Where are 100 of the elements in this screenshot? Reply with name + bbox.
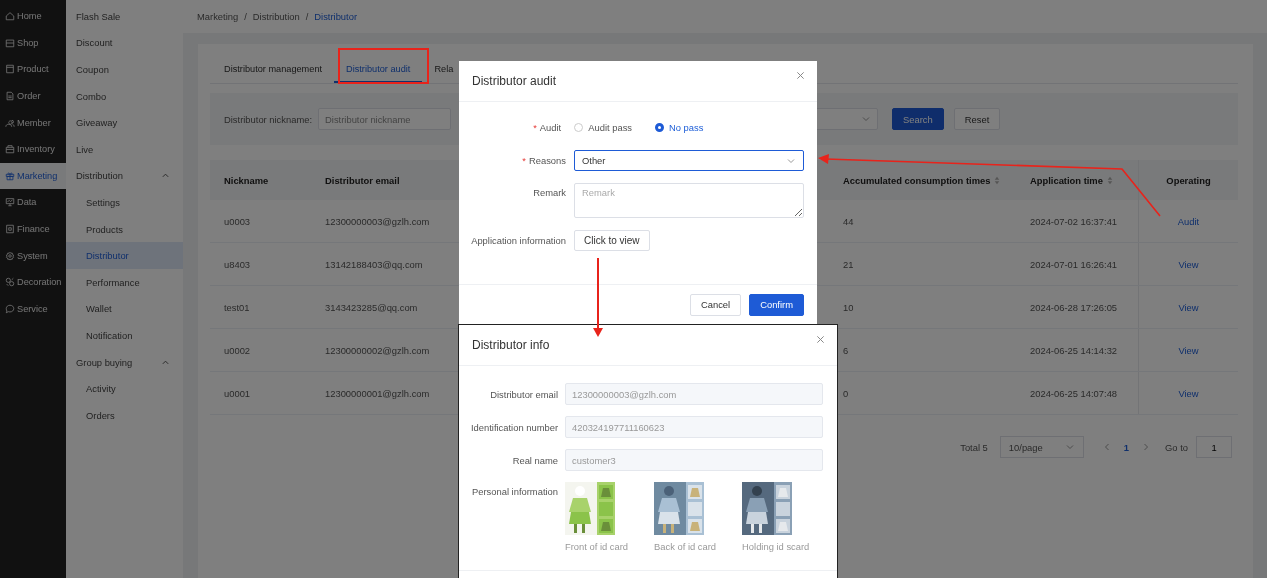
home-icon [5, 11, 15, 22]
table-cell: 3143423285@qq.com [325, 301, 418, 313]
people-icon [5, 117, 15, 128]
page-size-select[interactable]: 10/page [999, 436, 1084, 458]
breadcrumb-item[interactable]: Marketing [197, 11, 239, 22]
table-cell: 0 [843, 387, 849, 399]
chevron-icon [1064, 442, 1075, 452]
radio-option[interactable]: Audit pass [574, 121, 632, 133]
submenu-item[interactable]: Orders [66, 401, 183, 429]
table-cell: 13142188403@qq.com [325, 258, 423, 270]
reason-select[interactable]: Other [574, 150, 804, 171]
radio-option[interactable]: No pass [655, 121, 704, 133]
action-link[interactable]: Audit [1177, 215, 1200, 227]
sidebar-item[interactable]: Marketing [0, 162, 66, 190]
action-link[interactable]: View [1178, 258, 1199, 270]
sidebar-item[interactable]: Product [0, 56, 66, 83]
field-label: Audit [539, 121, 562, 133]
box-icon [5, 144, 15, 155]
sidebar-item[interactable]: Finance [0, 215, 66, 243]
table-cell: 21 [843, 258, 854, 270]
sidebar-item[interactable]: Member [0, 109, 66, 136]
table-cell: 12300000003@gzlh.com [325, 215, 430, 227]
field-label: Personal information [471, 485, 559, 497]
column-header: Application time [1030, 174, 1103, 186]
action-link[interactable]: View [1178, 344, 1199, 356]
settings-icon [5, 250, 15, 261]
action-link[interactable]: View [1178, 387, 1199, 399]
field-label: Distributor nickname: [224, 113, 313, 125]
box-icon [5, 37, 15, 48]
sort-icon[interactable] [1106, 175, 1113, 185]
page-field[interactable]: 1 [1196, 436, 1232, 458]
table-cell: u0001 [224, 387, 251, 399]
tab[interactable]: Distributor audit [334, 50, 423, 83]
tab[interactable]: Distributor management [212, 50, 335, 83]
submenu-item[interactable]: Group buying [66, 348, 183, 376]
confirm-button[interactable]: Confirm [749, 293, 804, 316]
submenu-item[interactable]: Wallet [66, 295, 183, 323]
table-cell: 2024-06-25 14:14:32 [1030, 344, 1118, 356]
required-mark: * [522, 155, 526, 166]
table-cell: u0003 [224, 215, 251, 227]
table-cell: 12300000002@gzlh.com [325, 344, 430, 356]
field-label: Application information [471, 235, 566, 246]
breadcrumb-item[interactable]: Distribution [252, 11, 300, 22]
circles-icon [5, 277, 15, 288]
submenu-item[interactable]: Flash Sale [66, 3, 183, 30]
required-mark: * [533, 121, 537, 133]
submenu-item[interactable]: Notification [66, 322, 183, 349]
table-cell: 2024-06-28 17:26:05 [1030, 301, 1118, 313]
image-caption: Front of id card [565, 541, 629, 552]
submenu-item[interactable]: Live [66, 135, 183, 163]
submenu-item[interactable]: Combo [66, 82, 183, 110]
search-button[interactable]: Search [892, 108, 944, 130]
table-cell: 2024-06-25 14:07:48 [1030, 387, 1118, 399]
submenu-item[interactable]: Discount [66, 29, 183, 57]
remark-field[interactable]: Remark [574, 183, 804, 218]
table-cell: 2024-07-01 16:26:41 [1030, 258, 1118, 270]
submenu-item[interactable]: Distributor [66, 242, 183, 269]
sidebar-item[interactable]: Order [0, 82, 66, 110]
table-cell: 2024-07-02 16:37:41 [1030, 215, 1118, 227]
table-cell: test01 [224, 301, 250, 313]
action-link[interactable]: View [1178, 301, 1199, 313]
sidebar-item[interactable]: Shop [0, 29, 66, 57]
close-icon[interactable] [816, 335, 825, 344]
table-cell: 10 [843, 301, 854, 313]
field-label: Real name [511, 454, 559, 466]
sidebar-item[interactable]: Home [0, 3, 66, 30]
document-icon [5, 91, 15, 102]
table-cell: 12300000001@gzlh.com [325, 387, 430, 399]
dialog-title: Distributor info [472, 338, 550, 352]
breadcrumb-separator: / [305, 11, 309, 22]
submenu-item[interactable]: Activity [66, 375, 183, 402]
close-icon[interactable] [796, 71, 805, 80]
sidebar-item[interactable]: Service [0, 295, 66, 323]
submenu-item[interactable]: Giveaway [66, 109, 183, 136]
breadcrumb-item[interactable]: Distributor [314, 11, 357, 22]
sort-icon[interactable] [994, 175, 1001, 185]
gift-icon [5, 170, 15, 181]
column-header: Distributor email [325, 174, 400, 186]
sidebar-item[interactable]: Data [0, 189, 66, 216]
submenu-item[interactable]: Settings [66, 189, 183, 216]
sidebar-item[interactable]: Inventory [0, 135, 66, 163]
submenu-item[interactable]: Coupon [66, 56, 183, 83]
sidebar-item[interactable]: System [0, 242, 66, 269]
field-label: Identification number [469, 421, 559, 433]
cancel-button[interactable]: Cancel [690, 293, 742, 316]
monitor-icon [5, 197, 15, 208]
field-label: Remark [533, 187, 566, 198]
submenu-item[interactable]: Distribution [66, 162, 183, 190]
column-header: Operating [1166, 174, 1211, 186]
page-number[interactable]: 1 [1117, 441, 1136, 453]
view-button[interactable]: Click to view [574, 230, 650, 251]
reset-button[interactable]: Reset [953, 108, 1001, 130]
sidebar-item[interactable]: Decoration [0, 268, 66, 296]
table-cell: u0002 [224, 344, 251, 356]
field-label: Reasons [529, 155, 566, 166]
goto-label: Go to [1165, 441, 1188, 453]
submenu-item[interactable]: Products [66, 215, 183, 243]
submenu-item[interactable]: Performance [66, 268, 183, 296]
table-cell: 6 [843, 344, 849, 356]
breadcrumb-separator: / [244, 11, 247, 22]
